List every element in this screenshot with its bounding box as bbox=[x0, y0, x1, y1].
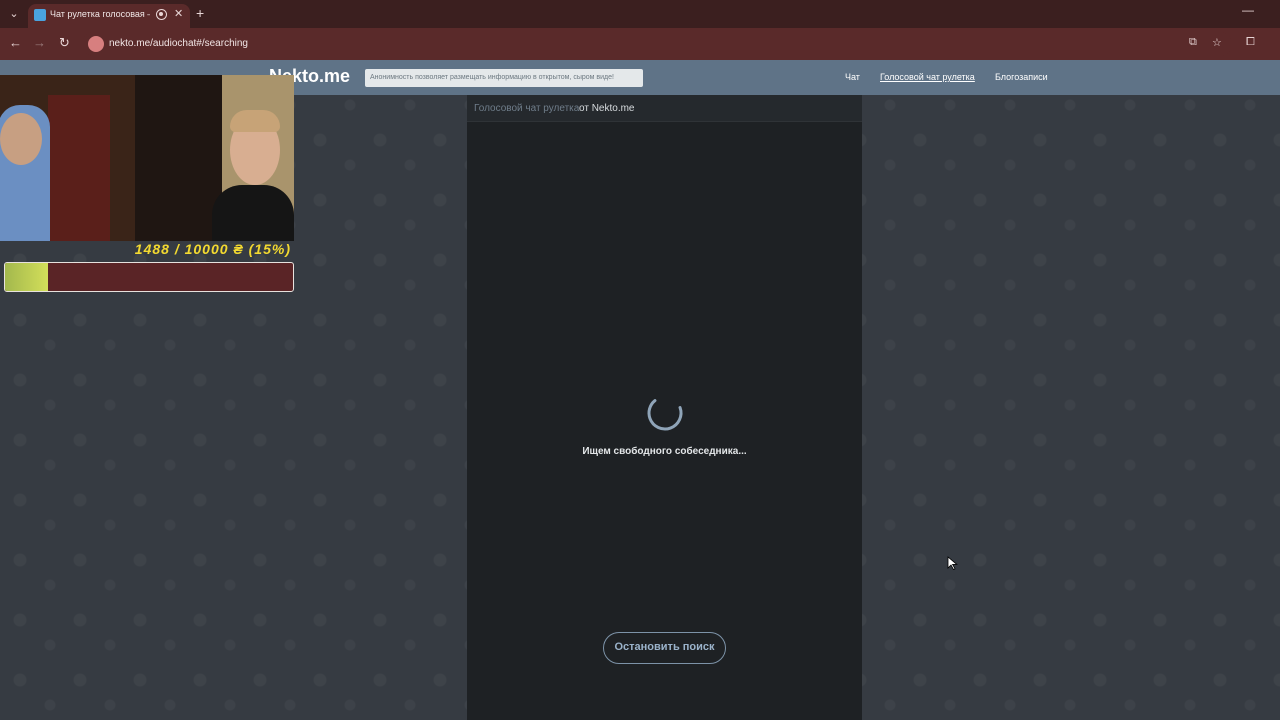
webcam-person-left-face bbox=[0, 113, 42, 165]
webcam-background bbox=[135, 75, 223, 241]
browser-tab-bar: ⌄ Чат рулетка голосовая — ✕ + — bbox=[0, 0, 1280, 28]
panel-title-from: от Nekto.me bbox=[579, 103, 635, 114]
site-info-icon[interactable] bbox=[88, 36, 104, 52]
arrow-right-icon[interactable]: → bbox=[33, 35, 46, 50]
nav-link-chat[interactable]: Чат bbox=[845, 72, 860, 82]
webcam-person-right bbox=[212, 185, 294, 241]
panel-title-bar: Голосовой чат рулетка от Nekto.me bbox=[467, 95, 862, 122]
arrow-left-icon[interactable]: ← bbox=[9, 35, 22, 50]
webcam-person-right-hair bbox=[230, 110, 280, 132]
donation-progress-bar bbox=[4, 262, 294, 292]
nav-link-voice-chat[interactable]: Голосовой чат рулетка bbox=[880, 72, 975, 82]
plus-icon[interactable]: + bbox=[196, 5, 204, 21]
url-text[interactable]: nekto.me/audiochat#/searching bbox=[109, 38, 248, 49]
close-icon[interactable]: ✕ bbox=[174, 7, 183, 20]
panel-title-link[interactable]: Голосовой чат рулетка bbox=[474, 103, 579, 114]
star-icon[interactable]: ☆ bbox=[1212, 36, 1222, 49]
stop-search-button[interactable]: Остановить поиск bbox=[603, 632, 726, 664]
tab-favicon-icon bbox=[34, 9, 46, 21]
loading-spinner-icon bbox=[647, 395, 683, 431]
reload-icon[interactable]: ↻ bbox=[59, 35, 70, 51]
tab-title: Чат рулетка голосовая — bbox=[50, 9, 150, 19]
puzzle-icon[interactable]: ⧠ bbox=[1246, 36, 1255, 49]
webcam-background bbox=[48, 95, 110, 241]
browser-toolbar: ← → ↻ nekto.me/audiochat#/searching ⧉ ☆ … bbox=[0, 28, 1280, 60]
notice-banner: Анонимность позволяет размещать информац… bbox=[365, 69, 643, 87]
donation-progress-fill bbox=[5, 263, 49, 291]
donation-goal-text: 1488 / 10000 ₴ (15%) bbox=[134, 241, 291, 257]
address-bar[interactable]: nekto.me/audiochat#/searching bbox=[82, 32, 1232, 56]
webcam-overlay bbox=[0, 75, 294, 241]
chevron-down-icon[interactable]: ⌄ bbox=[6, 6, 22, 22]
recording-icon bbox=[156, 9, 167, 20]
mouse-cursor-icon bbox=[947, 556, 958, 570]
chat-panel: Голосовой чат рулетка от Nekto.me Ищем с… bbox=[467, 95, 862, 720]
search-status-text: Ищем свободного собеседника... bbox=[582, 446, 747, 457]
browser-tab[interactable]: Чат рулетка голосовая — ✕ bbox=[28, 4, 190, 28]
install-icon[interactable]: ⧉ bbox=[1189, 36, 1197, 49]
nav-link-blogs[interactable]: Блогозаписи bbox=[995, 72, 1048, 82]
minimize-icon[interactable]: — bbox=[1242, 3, 1254, 17]
